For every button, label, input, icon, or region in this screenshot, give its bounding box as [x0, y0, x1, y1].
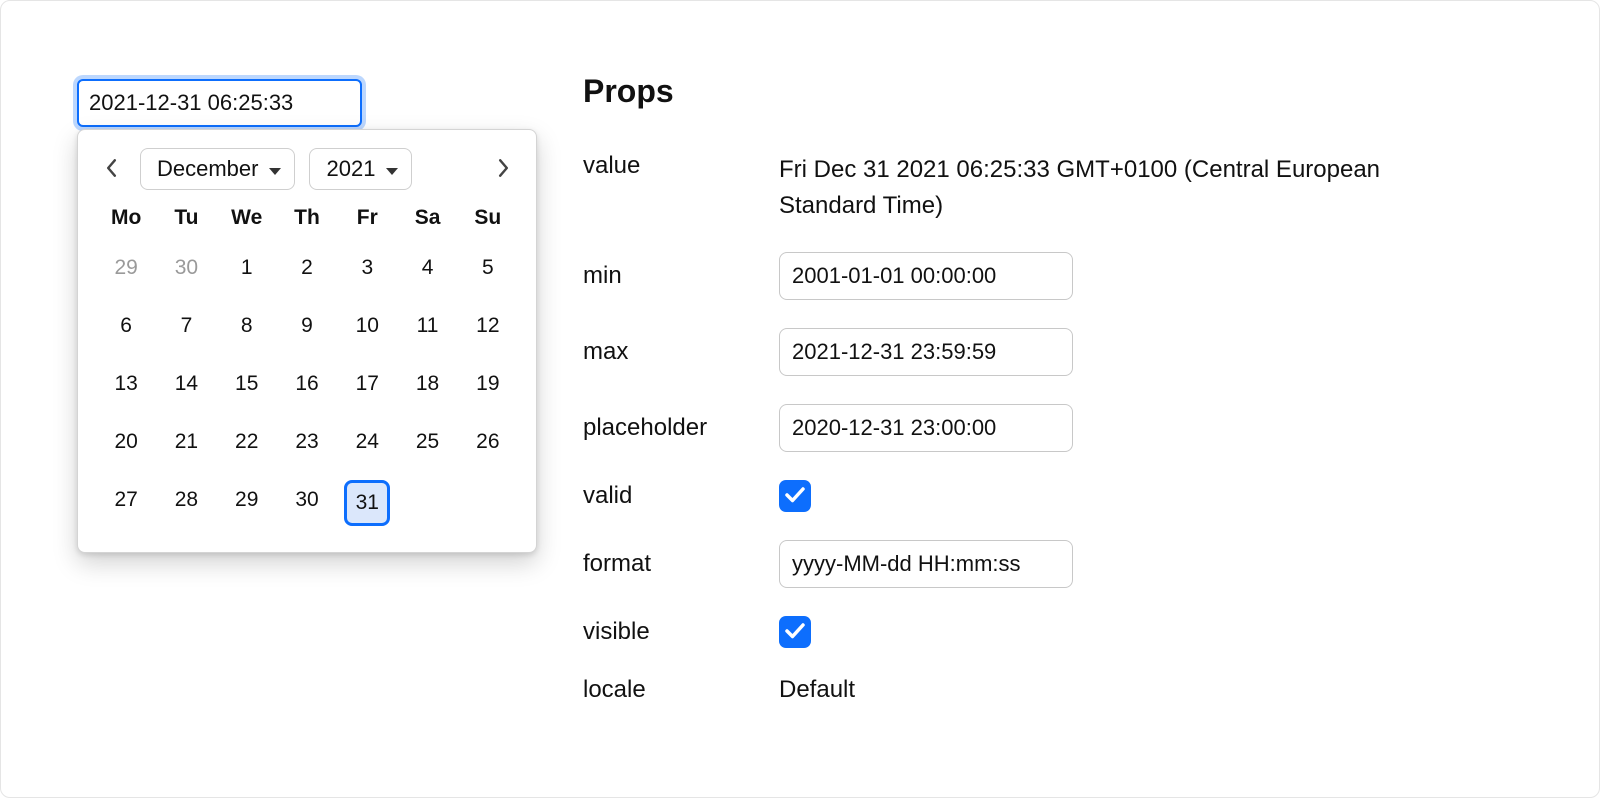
calendar-day[interactable]: 30: [277, 480, 337, 520]
weekday-header: Sa: [397, 206, 457, 230]
calendar-day[interactable]: 18: [397, 364, 457, 404]
calendar-day[interactable]: 11: [397, 306, 457, 346]
chevron-left-icon: [106, 159, 117, 180]
datetime-input[interactable]: [77, 79, 362, 127]
calendar-day[interactable]: 3: [337, 248, 397, 288]
prop-row-visible: visible: [583, 616, 1483, 648]
prop-label: placeholder: [583, 414, 779, 442]
calendar-day[interactable]: 13: [96, 364, 156, 404]
placeholder-input[interactable]: [779, 404, 1073, 452]
datepicker-column: December 2021: [77, 79, 537, 127]
prop-label: value: [583, 152, 779, 180]
calendar-day[interactable]: 6: [96, 306, 156, 346]
calendar-day[interactable]: 1: [217, 248, 277, 288]
weekday-header: Mo: [96, 206, 156, 230]
weekday-header: Su: [458, 206, 518, 230]
month-select[interactable]: December: [140, 148, 295, 190]
prop-label: min: [583, 262, 779, 290]
max-input[interactable]: [779, 328, 1073, 376]
prop-row-locale: locale Default: [583, 676, 1483, 704]
calendar-day[interactable]: 16: [277, 364, 337, 404]
weekday-header: We: [217, 206, 277, 230]
locale-value: Default: [779, 676, 855, 704]
min-input[interactable]: [779, 252, 1073, 300]
calendar-day[interactable]: 28: [156, 480, 216, 520]
visible-checkbox[interactable]: [779, 616, 811, 648]
calendar-day[interactable]: 22: [217, 422, 277, 462]
calendar-day[interactable]: 21: [156, 422, 216, 462]
calendar-header: December 2021: [96, 148, 518, 190]
calendar-day[interactable]: 31: [344, 480, 390, 526]
calendar-day[interactable]: 2: [277, 248, 337, 288]
calendar-day[interactable]: 23: [277, 422, 337, 462]
caret-down-icon: [268, 156, 282, 182]
prop-label: visible: [583, 618, 779, 646]
prop-row-placeholder: placeholder: [583, 404, 1483, 452]
calendar-day[interactable]: 10: [337, 306, 397, 346]
year-select-label: 2021: [326, 156, 375, 182]
props-panel: Props value Fri Dec 31 2021 06:25:33 GMT…: [583, 73, 1483, 732]
check-icon: [785, 483, 805, 509]
chevron-right-icon: [498, 159, 509, 180]
prop-label: max: [583, 338, 779, 366]
weekday-header: Th: [277, 206, 337, 230]
prop-row-format: format: [583, 540, 1483, 588]
weekday-header: Fr: [337, 206, 397, 230]
calendar-day[interactable]: 12: [458, 306, 518, 346]
prop-label: valid: [583, 482, 779, 510]
calendar-day[interactable]: 15: [217, 364, 277, 404]
prop-row-min: min: [583, 252, 1483, 300]
valid-checkbox[interactable]: [779, 480, 811, 512]
calendar-day[interactable]: 14: [156, 364, 216, 404]
calendar-day[interactable]: 4: [397, 248, 457, 288]
calendar-grid: MoTuWeThFrSaSu29301234567891011121314151…: [96, 206, 518, 526]
calendar-day[interactable]: 9: [277, 306, 337, 346]
calendar-day[interactable]: 27: [96, 480, 156, 520]
calendar-day[interactable]: 20: [96, 422, 156, 462]
format-input[interactable]: [779, 540, 1073, 588]
prop-row-value: value Fri Dec 31 2021 06:25:33 GMT+0100 …: [583, 152, 1483, 224]
prop-row-max: max: [583, 328, 1483, 376]
caret-down-icon: [385, 156, 399, 182]
demo-frame: December 2021: [0, 0, 1600, 798]
calendar-day[interactable]: 7: [156, 306, 216, 346]
props-heading: Props: [583, 73, 1483, 110]
prop-label: format: [583, 550, 779, 578]
calendar-popover: December 2021: [77, 129, 537, 553]
calendar-day[interactable]: 17: [337, 364, 397, 404]
prop-row-valid: valid: [583, 480, 1483, 512]
calendar-day[interactable]: 29: [96, 248, 156, 288]
next-month-button[interactable]: [488, 151, 518, 187]
prev-month-button[interactable]: [96, 151, 126, 187]
prop-value-text: Fri Dec 31 2021 06:25:33 GMT+0100 (Centr…: [779, 152, 1419, 224]
prop-label: locale: [583, 676, 779, 704]
calendar-day[interactable]: 24: [337, 422, 397, 462]
calendar-day[interactable]: 5: [458, 248, 518, 288]
calendar-day[interactable]: 26: [458, 422, 518, 462]
calendar-day[interactable]: 25: [397, 422, 457, 462]
calendar-day[interactable]: 19: [458, 364, 518, 404]
year-select[interactable]: 2021: [309, 148, 412, 190]
month-select-label: December: [157, 156, 258, 182]
calendar-day[interactable]: 29: [217, 480, 277, 520]
calendar-day[interactable]: 30: [156, 248, 216, 288]
check-icon: [785, 619, 805, 645]
calendar-day[interactable]: 8: [217, 306, 277, 346]
weekday-header: Tu: [156, 206, 216, 230]
